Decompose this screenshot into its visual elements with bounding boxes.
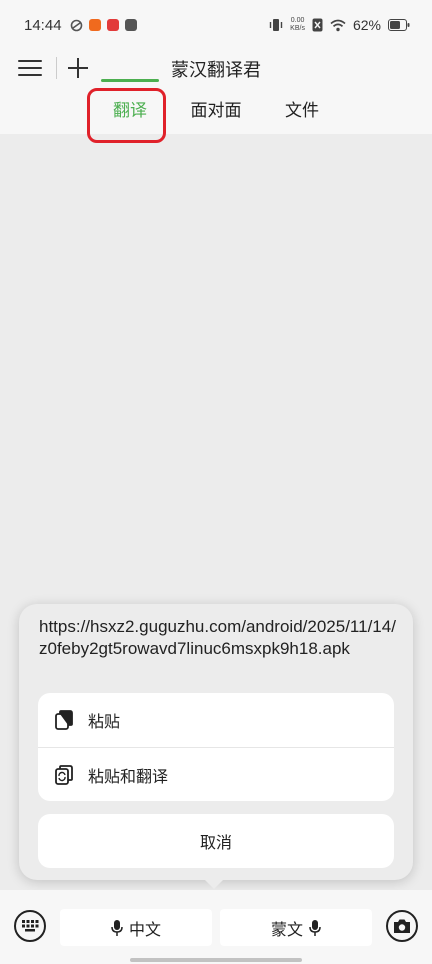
keyboard-button[interactable] [14,910,46,942]
battery-percent: 62% [352,17,381,33]
net-speed: 0.00 KB/s [290,17,305,32]
active-tab-indicator [101,79,159,82]
microphone-icon [111,919,123,936]
status-time: 14:44 [24,16,62,34]
app-notification-icon [106,19,119,31]
tab-bar: 翻译 面对面 文件 [0,96,432,132]
popup-arrow [203,878,225,889]
camera-icon [394,919,410,933]
bottom-bar: 中文 蒙文 [0,890,432,964]
source-language-button[interactable]: 中文 [60,909,212,946]
paste-and-translate-button[interactable]: 粘贴和翻译 [38,747,394,801]
vibrate-icon [269,19,283,31]
app-title: 蒙汉翻译君 [171,60,261,81]
clipboard-text: https://hsxz2.guguzhu.com/android/2025/1… [39,617,396,658]
app-notification-icon [88,19,101,31]
paste-label: 粘贴 [88,712,121,731]
camera-button[interactable] [386,910,418,942]
keyboard-icon [22,920,39,932]
cancel-button[interactable]: 取消 [38,814,394,868]
clipboard-popup: https://hsxz2.guguzhu.com/android/2025/1… [19,604,413,880]
paste-action-group: 粘贴 粘贴和翻译 [38,693,394,801]
wifi-icon [330,19,346,31]
source-language-label: 中文 [128,919,161,939]
microphone-icon [309,919,321,936]
app-notification-icon [124,19,137,31]
paste-translate-icon [55,764,73,785]
highlight-annotation [87,88,166,143]
tab-face-to-face[interactable]: 面对面 [186,96,246,121]
target-language-button[interactable]: 蒙文 [220,909,372,946]
sync-icon [70,19,82,31]
battery-icon [388,19,410,31]
sim-off-icon [312,18,323,32]
paste-icon [55,710,73,730]
status-bar: 14:44 0.00 KB/s 62% [0,0,432,50]
app-header: 蒙汉翻译君 翻译 面对面 文件 [0,50,432,134]
paste-and-translate-label: 粘贴和翻译 [88,766,169,786]
tab-file[interactable]: 文件 [272,96,332,121]
home-indicator [130,958,302,962]
paste-button[interactable]: 粘贴 [38,693,394,747]
target-language-label: 蒙文 [270,919,303,939]
